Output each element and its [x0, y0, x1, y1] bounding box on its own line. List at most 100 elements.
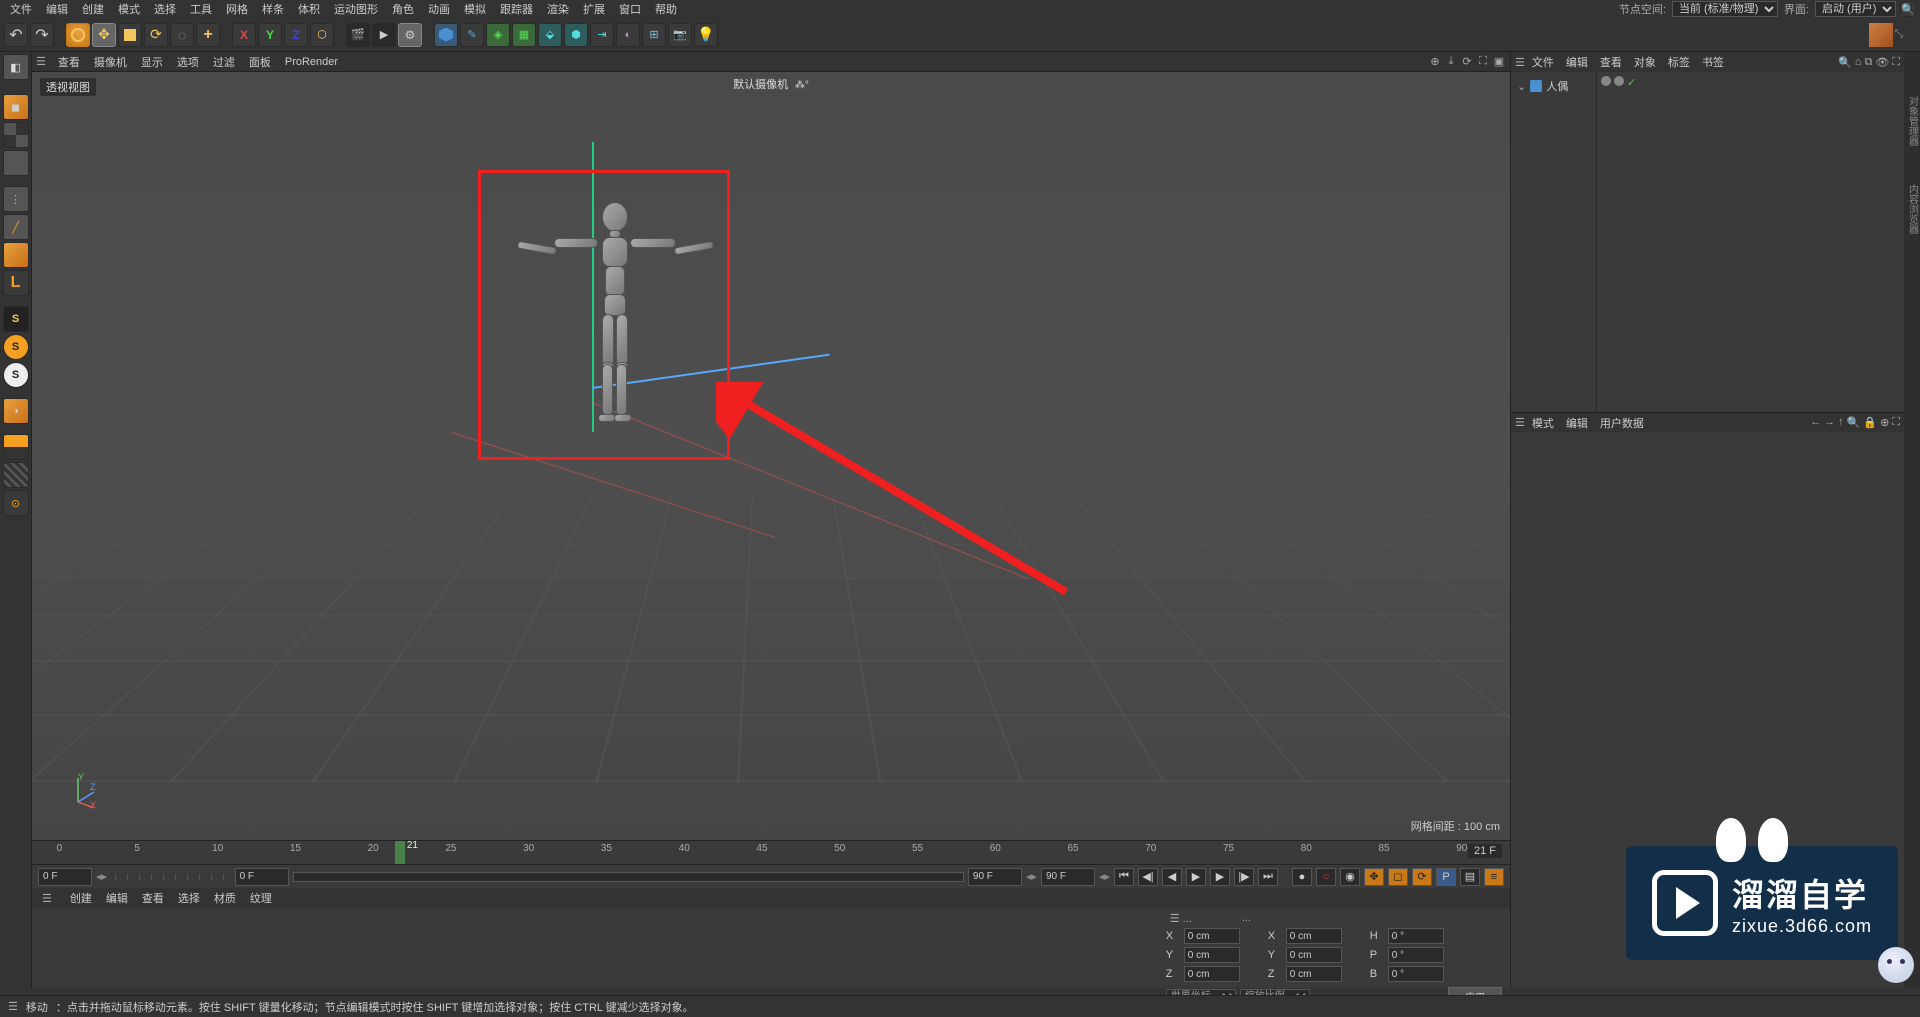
- attr-menu-edit[interactable]: 编辑: [1561, 413, 1593, 433]
- menu-help[interactable]: 帮助: [649, 0, 683, 19]
- object-flags-area[interactable]: ✓: [1597, 72, 1904, 412]
- view-menu-display[interactable]: 显示: [135, 52, 169, 72]
- range-end-field[interactable]: [1041, 868, 1095, 886]
- coord-system[interactable]: ⬡: [310, 23, 334, 47]
- menu-create[interactable]: 创建: [76, 0, 110, 19]
- workplane-snap[interactable]: [3, 462, 29, 488]
- keyframe-selection[interactable]: ◉: [1340, 868, 1360, 886]
- menu-simulate[interactable]: 模拟: [458, 0, 492, 19]
- preview-start-field[interactable]: [235, 868, 289, 886]
- polygon-mode[interactable]: [3, 242, 29, 268]
- attr-hamburger-icon[interactable]: ☰: [1515, 416, 1525, 429]
- axis-y-toggle[interactable]: Y: [258, 23, 282, 47]
- obj-filter-icon[interactable]: ⧉: [1864, 56, 1872, 69]
- size-z-field[interactable]: [1286, 966, 1342, 982]
- timeline-range-slider[interactable]: [293, 872, 964, 882]
- view-nav-5-icon[interactable]: ▣: [1492, 55, 1506, 69]
- attr-new-icon[interactable]: ⊕: [1880, 416, 1889, 429]
- goto-start-button[interactable]: ⏮: [1114, 868, 1134, 886]
- obj-menu-object[interactable]: 对象: [1629, 52, 1661, 72]
- view-menu-panel[interactable]: 面板: [243, 52, 277, 72]
- hamburger-icon[interactable]: ☰: [36, 55, 46, 68]
- menu-mograph[interactable]: 运动图形: [328, 0, 384, 19]
- move-tool[interactable]: ✥: [92, 23, 116, 47]
- attr-back-icon[interactable]: ←: [1810, 416, 1821, 429]
- fcurve-button[interactable]: ≡: [1484, 868, 1504, 886]
- pos-z-field[interactable]: [1184, 966, 1240, 982]
- viewport[interactable]: 透视视图 默认摄像机 ⁂° 网格间距 : 100 cm: [32, 72, 1510, 840]
- place-tool[interactable]: +: [196, 23, 220, 47]
- rot-p-field[interactable]: [1388, 947, 1444, 963]
- range-start-field[interactable]: [38, 868, 92, 886]
- view-menu-prorender[interactable]: ProRender: [279, 54, 344, 70]
- render-region[interactable]: ▶: [372, 23, 396, 47]
- enable-checkmark-icon[interactable]: ✓: [1627, 76, 1636, 408]
- prev-frame-button[interactable]: ◀: [1162, 868, 1182, 886]
- autokey-button[interactable]: ○: [1316, 868, 1336, 886]
- mat-menu-create[interactable]: 创建: [64, 888, 98, 908]
- mat-menu-edit[interactable]: 编辑: [100, 888, 134, 908]
- obj-home-icon[interactable]: ⌂: [1855, 56, 1862, 69]
- obj-menu-tags[interactable]: 标签: [1663, 52, 1695, 72]
- menu-edit[interactable]: 编辑: [40, 0, 74, 19]
- menu-character[interactable]: 角色: [386, 0, 420, 19]
- obj-menu-edit[interactable]: 编辑: [1561, 52, 1593, 72]
- vtab-content-browser[interactable]: 内容浏览器: [1904, 180, 1920, 238]
- menu-spline[interactable]: 样条: [256, 0, 290, 19]
- scale-tool[interactable]: [118, 23, 142, 47]
- obj-max-icon[interactable]: ⛶: [1892, 56, 1900, 69]
- menu-tracker[interactable]: 跟踪器: [494, 0, 539, 19]
- key-pla-toggle[interactable]: ▤: [1460, 868, 1480, 886]
- edge-mode[interactable]: ╱: [3, 214, 29, 240]
- preview-end-field[interactable]: [968, 868, 1022, 886]
- key-param-toggle[interactable]: P: [1436, 868, 1456, 886]
- next-key-button[interactable]: |▶: [1234, 868, 1254, 886]
- attr-up-icon[interactable]: ↑: [1838, 416, 1844, 429]
- mat-menu-material[interactable]: 材质: [208, 888, 242, 908]
- menu-volume[interactable]: 体积: [292, 0, 326, 19]
- mat-hamburger-icon[interactable]: ☰: [36, 890, 58, 907]
- menu-file[interactable]: 文件: [4, 0, 38, 19]
- obj-menu-view[interactable]: 查看: [1595, 52, 1627, 72]
- menu-tools[interactable]: 工具: [184, 0, 218, 19]
- pos-y-field[interactable]: [1184, 947, 1240, 963]
- redo-button[interactable]: [30, 23, 54, 47]
- play-button[interactable]: ▶: [1186, 868, 1206, 886]
- axis-mode[interactable]: L: [3, 270, 29, 296]
- model-mode[interactable]: ◼: [3, 94, 29, 120]
- obj-search-icon[interactable]: 🔍: [1838, 56, 1852, 69]
- last-tool[interactable]: ◌: [170, 23, 194, 47]
- visibility-render-dot[interactable]: [1614, 76, 1624, 86]
- obj-eye-icon[interactable]: 👁: [1875, 56, 1889, 69]
- render-settings[interactable]: ⚙: [398, 23, 422, 47]
- prev-key-button[interactable]: ◀|: [1138, 868, 1158, 886]
- rot-h-field[interactable]: [1388, 928, 1444, 944]
- mat-menu-view[interactable]: 查看: [136, 888, 170, 908]
- key-pos-toggle[interactable]: ✥: [1364, 868, 1384, 886]
- texture-mode[interactable]: [3, 122, 29, 148]
- rot-b-field[interactable]: [1388, 966, 1444, 982]
- goto-end-button[interactable]: ⏭: [1258, 868, 1278, 886]
- menu-render[interactable]: 渲染: [541, 0, 575, 19]
- menu-select[interactable]: 选择: [148, 0, 182, 19]
- mograph-button[interactable]: ⇥: [590, 23, 614, 47]
- attr-lock-icon[interactable]: 🔒: [1863, 416, 1877, 429]
- view-nav-2-icon[interactable]: ⤓: [1444, 55, 1458, 69]
- key-scale-toggle[interactable]: ◻: [1388, 868, 1408, 886]
- visibility-editor-dot[interactable]: [1601, 76, 1611, 86]
- node-space-dropdown[interactable]: 当前 (标准/物理): [1672, 1, 1778, 17]
- point-mode[interactable]: ⋮: [3, 186, 29, 212]
- object-tree[interactable]: ⌄ 人偶: [1511, 72, 1597, 412]
- attribute-manager[interactable]: 溜溜自学 zixue.3d66.com: [1511, 432, 1904, 988]
- view-nav-3-icon[interactable]: ⟳: [1460, 55, 1474, 69]
- primitive-button[interactable]: [434, 23, 458, 47]
- obj-menu-file[interactable]: 文件: [1527, 52, 1559, 72]
- fields-button[interactable]: ⬙: [538, 23, 562, 47]
- viewport-axis-gizmo[interactable]: Y X Z: [60, 772, 100, 812]
- size-y-field[interactable]: [1286, 947, 1342, 963]
- rotate-tool[interactable]: ⟳: [144, 23, 168, 47]
- mat-menu-select[interactable]: 选择: [172, 888, 206, 908]
- vtab-object-manager[interactable]: 对象管理器: [1904, 92, 1920, 150]
- key-rot-toggle[interactable]: ⟳: [1412, 868, 1432, 886]
- viewport-nav-cube[interactable]: ⤡: [1856, 20, 1916, 50]
